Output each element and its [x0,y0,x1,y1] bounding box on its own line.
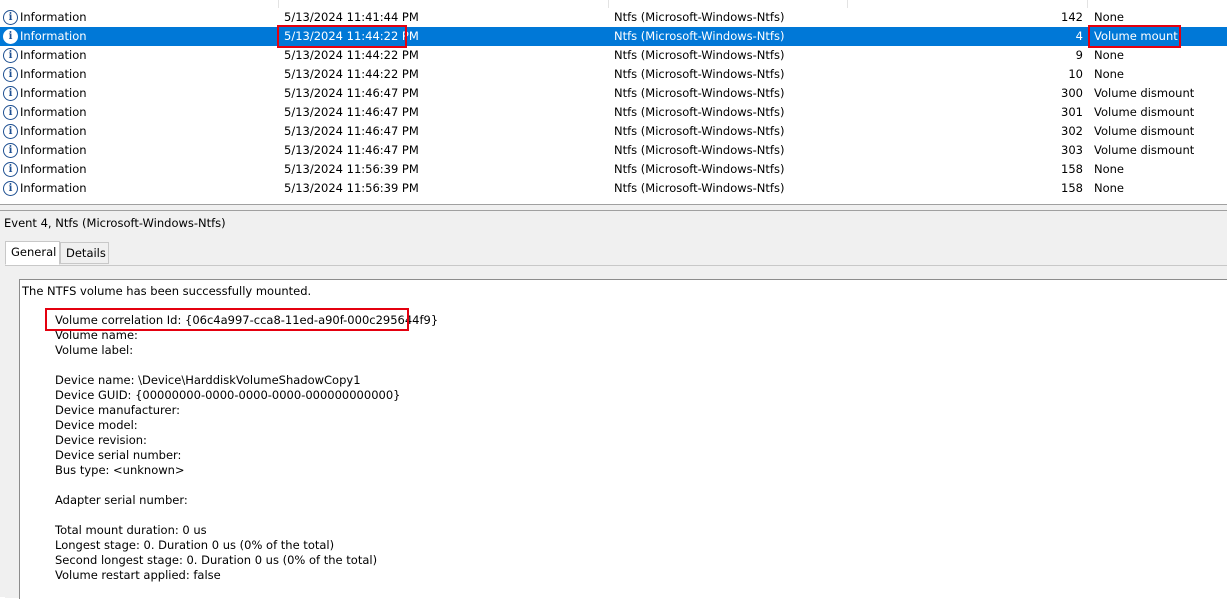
information-icon: i [3,141,18,160]
event-source: Ntfs (Microsoft-Windows-Ntfs) [614,105,785,119]
event-id: 158 [1061,181,1083,195]
bus-type: Bus type: <unknown> [55,463,185,477]
device-name: Device name: \Device\HarddiskVolumeShado… [55,373,361,387]
message-heading: The NTFS volume has been successfully mo… [22,284,312,298]
column-divider [1087,0,1088,8]
event-row[interactable]: i Information 5/13/2024 11:56:39 PM Ntfs (M… [0,160,1227,179]
tab-general[interactable]: General [5,241,60,265]
volume-label: Volume label: [55,343,134,357]
event-level: Information [20,86,87,100]
event-id: 300 [1061,86,1083,100]
event-task-category: None [1094,67,1125,81]
event-level: Information [20,10,87,24]
event-row[interactable]: i Information 5/13/2024 11:46:47 PM Ntfs (M… [0,84,1227,103]
event-task-category: None [1094,48,1125,62]
highlight-box-correlation-id [45,308,409,331]
event-detail-title: Event 4, Ntfs (Microsoft-Windows-Ntfs) [4,216,226,230]
event-row[interactable]: i Information 5/13/2024 11:44:22 PM Ntfs (M… [0,46,1227,65]
information-icon: i [3,27,18,46]
event-task-category: Volume dismount [1094,143,1195,157]
second-longest-stage: Second longest stage: 0. Duration 0 us (… [55,553,378,567]
total-mount-duration: Total mount duration: 0 us [55,523,207,537]
event-row[interactable]: i Information 5/13/2024 11:56:39 PM Ntfs (M… [0,179,1227,198]
event-row[interactable]: i Information 5/13/2024 11:46:47 PM Ntfs (M… [0,141,1227,160]
highlight-box-date [277,25,407,48]
event-id: 301 [1061,105,1083,119]
column-divider [278,0,279,8]
adapter-serial-number: Adapter serial number: [55,493,188,507]
information-icon: i [3,179,18,198]
device-model: Device model: [55,418,138,432]
highlight-box-task [1088,25,1181,48]
event-row[interactable]: i Information 5/13/2024 11:46:47 PM Ntfs (M… [0,122,1227,141]
event-date: 5/13/2024 11:44:22 PM [284,48,419,62]
device-guid: Device GUID: {00000000-0000-0000-0000-00… [55,388,401,402]
pane-splitter[interactable] [0,204,1227,211]
event-id: 10 [1068,67,1083,81]
device-manufacturer: Device manufacturer: [55,403,180,417]
event-id: 303 [1061,143,1083,157]
event-date: 5/13/2024 11:44:22 PM [284,67,419,81]
volume-restart-applied: Volume restart applied: false [55,568,221,582]
information-icon: i [3,65,18,84]
event-date: 5/13/2024 11:56:39 PM [284,181,419,195]
column-divider [608,0,609,8]
column-divider [847,0,848,8]
event-level: Information [20,162,87,176]
event-level: Information [20,29,87,43]
event-date: 5/13/2024 11:46:47 PM [284,143,419,157]
event-level: Information [20,67,87,81]
event-id: 142 [1061,10,1083,24]
event-source: Ntfs (Microsoft-Windows-Ntfs) [614,10,785,24]
event-row[interactable]: i Information 5/13/2024 11:41:44 PM Ntfs (M… [0,8,1227,27]
event-source: Ntfs (Microsoft-Windows-Ntfs) [614,162,785,176]
event-task-category: None [1094,181,1125,195]
event-date: 5/13/2024 11:46:47 PM [284,124,419,138]
event-level: Information [20,48,87,62]
event-id: 302 [1061,124,1083,138]
information-icon: i [3,160,18,179]
device-serial-number: Device serial number: [55,448,182,462]
event-source: Ntfs (Microsoft-Windows-Ntfs) [614,181,785,195]
event-task-category: Volume dismount [1094,105,1195,119]
event-level: Information [20,105,87,119]
event-id: 9 [1075,48,1083,62]
event-date: 5/13/2024 11:46:47 PM [284,86,419,100]
event-source: Ntfs (Microsoft-Windows-Ntfs) [614,48,785,62]
event-level: Information [20,124,87,138]
event-id: 158 [1061,162,1083,176]
event-source: Ntfs (Microsoft-Windows-Ntfs) [614,29,785,43]
event-row[interactable]: i Information 5/13/2024 11:44:22 PM Ntfs (M… [0,27,1227,46]
tab-details[interactable]: Details [60,242,109,264]
event-list[interactable]: i Information 5/13/2024 11:41:44 PM Ntfs (M… [0,0,1227,204]
longest-stage: Longest stage: 0. Duration 0 us (0% of t… [55,538,335,552]
event-task-category: None [1094,162,1125,176]
event-task-category: Volume dismount [1094,124,1195,138]
event-id: 4 [1075,29,1083,43]
event-row[interactable]: i Information 5/13/2024 11:46:47 PM Ntfs (M… [0,103,1227,122]
information-icon: i [3,8,18,27]
event-level: Information [20,143,87,157]
information-icon: i [3,84,18,103]
information-icon: i [3,103,18,122]
information-icon: i [3,122,18,141]
event-source: Ntfs (Microsoft-Windows-Ntfs) [614,143,785,157]
event-source: Ntfs (Microsoft-Windows-Ntfs) [614,86,785,100]
event-source: Ntfs (Microsoft-Windows-Ntfs) [614,124,785,138]
event-task-category: Volume dismount [1094,86,1195,100]
event-date: 5/13/2024 11:46:47 PM [284,105,419,119]
event-date: 5/13/2024 11:56:39 PM [284,162,419,176]
information-icon: i [3,46,18,65]
event-row[interactable]: i Information 5/13/2024 11:44:22 PM Ntfs (M… [0,65,1227,84]
device-revision: Device revision: [55,433,147,447]
event-source: Ntfs (Microsoft-Windows-Ntfs) [614,67,785,81]
event-level: Information [20,181,87,195]
